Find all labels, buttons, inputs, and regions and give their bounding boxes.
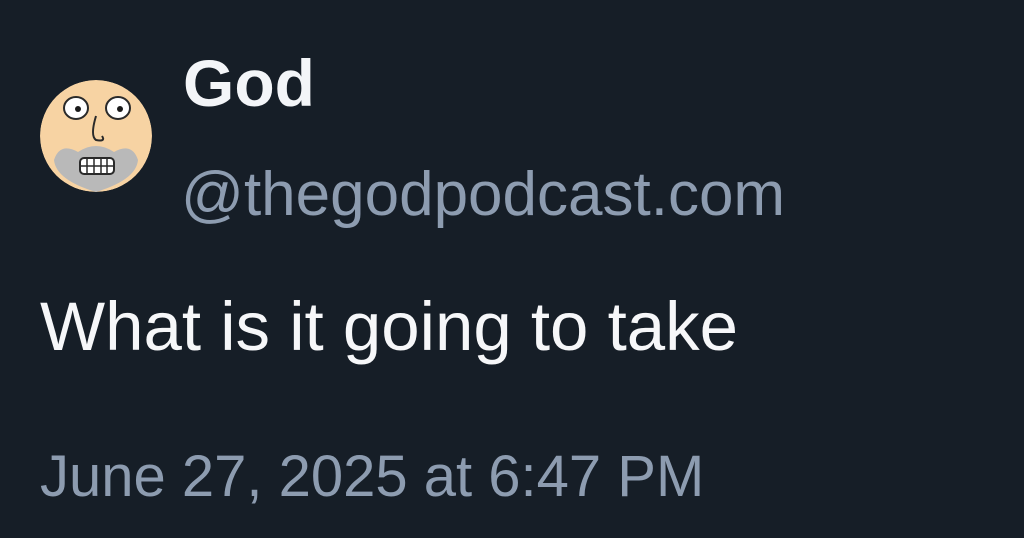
author-display-name[interactable]: God [183,50,315,116]
post-text: What is it going to take [40,288,739,365]
avatar[interactable] [40,80,152,192]
post-card: God @thegodpodcast.com What is it going … [0,0,1024,538]
author-handle[interactable]: @thegodpodcast.com [181,164,785,226]
cartoon-face-avatar-icon [40,80,152,192]
post-timestamp[interactable]: June 27, 2025 at 6:47 PM [40,448,704,506]
